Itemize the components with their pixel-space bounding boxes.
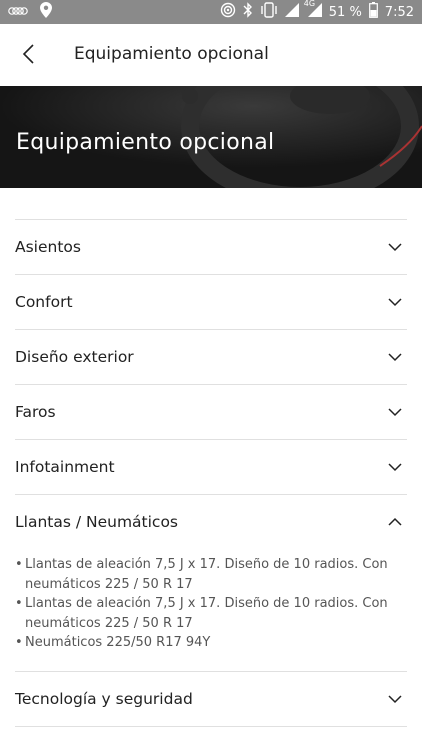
back-button[interactable] (14, 42, 42, 70)
detail-text-line: Neumáticos 225/50 R17 94Y (25, 635, 211, 650)
category-label: Llantas / Neumáticos (15, 513, 179, 531)
chevron-down-icon (387, 459, 403, 475)
chevron-up-icon (387, 514, 403, 530)
status-bar: 4G 51 % 7:52 (0, 0, 422, 24)
audi-logo-icon (8, 5, 28, 20)
bluetooth-icon (243, 2, 253, 22)
category-row-confort[interactable]: Confort (15, 274, 407, 329)
hero-title: Equipamiento opcional (16, 130, 275, 155)
detail-item: • Llantas de aleación 7,5 J x 17. Diseño… (15, 555, 407, 594)
battery-icon (368, 2, 378, 22)
signal-icon (284, 3, 299, 21)
category-row-diseno-exterior[interactable]: Diseño exterior (15, 329, 407, 384)
chevron-down-icon (387, 691, 403, 707)
back-arrow-icon (22, 44, 34, 68)
category-row-tecnologia-seguridad[interactable]: Tecnología y seguridad (15, 670, 407, 726)
category-row-asientos[interactable]: Asientos (15, 219, 407, 274)
category-label: Faros (15, 403, 56, 421)
bullet-icon: • (15, 635, 23, 650)
page-title: Equipamiento opcional (74, 44, 269, 64)
detail-text-line: neumáticos 225 / 50 R 17 (25, 615, 193, 631)
hotspot-icon (220, 2, 236, 22)
category-label: Confort (15, 293, 73, 311)
category-label: Infotainment (15, 458, 115, 476)
app-bar: Equipamiento opcional (0, 24, 422, 86)
category-row-llantas-neumaticos[interactable]: Llantas / Neumáticos (15, 494, 407, 549)
detail-text-line: Llantas de aleación 7,5 J x 17. Diseño d… (25, 596, 388, 611)
location-icon (40, 2, 52, 22)
signal-4g-icon: 4G (303, 0, 322, 21)
detail-item: • Llantas de aleación 7,5 J x 17. Diseño… (15, 594, 407, 633)
detail-text-line: neumáticos 225 / 50 R 17 (25, 576, 193, 592)
hero-banner: Equipamiento opcional (0, 86, 422, 188)
category-details-llantas-neumaticos: • Llantas de aleación 7,5 J x 17. Diseño… (15, 549, 407, 671)
category-row-infotainment[interactable]: Infotainment (15, 439, 407, 494)
equipment-category-list: Asientos Confort Diseño exterior Faros I… (15, 219, 407, 727)
chevron-down-icon (387, 404, 403, 420)
detail-text: Llantas de aleación 7,5 J x 17. Diseño d… (25, 594, 388, 633)
bullet-icon: • (15, 596, 23, 611)
detail-text-line: Llantas de aleación 7,5 J x 17. Diseño d… (25, 557, 388, 572)
detail-text: Neumáticos 225/50 R17 94Y (25, 633, 210, 653)
clock: 7:52 (384, 4, 414, 20)
category-label: Asientos (15, 238, 81, 256)
bullet-icon: • (15, 557, 23, 572)
category-row-faros[interactable]: Faros (15, 384, 407, 439)
chevron-down-icon (387, 294, 403, 310)
network-type-label: 4G (303, 0, 316, 8)
list-divider (15, 725, 407, 727)
chevron-down-icon (387, 349, 403, 365)
vibrate-icon (260, 2, 278, 22)
detail-text: Llantas de aleación 7,5 J x 17. Diseño d… (25, 555, 388, 594)
category-label: Diseño exterior (15, 348, 134, 366)
chevron-down-icon (387, 239, 403, 255)
category-label: Tecnología y seguridad (15, 689, 193, 708)
detail-item: • Neumáticos 225/50 R17 94Y (15, 633, 407, 653)
battery-percentage: 51 % (328, 4, 362, 20)
